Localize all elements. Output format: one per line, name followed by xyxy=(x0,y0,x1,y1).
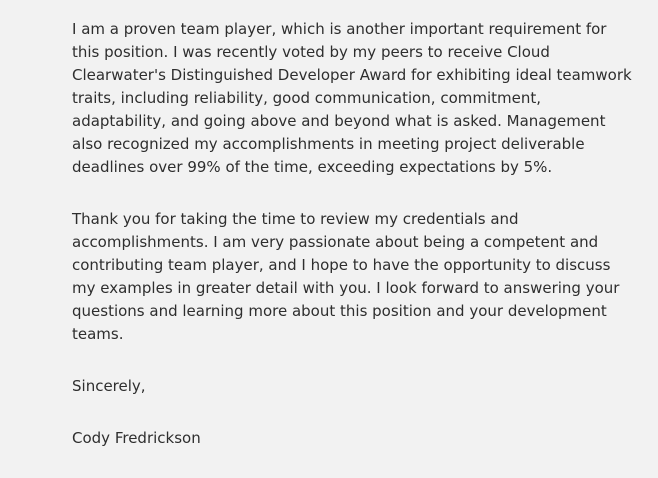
closing-salutation: Sincerely, xyxy=(72,377,146,395)
letter-body: I am a proven team player, which is anot… xyxy=(72,18,642,450)
paragraph-thank-you: Thank you for taking the time to review … xyxy=(72,210,620,343)
signature-name: Cody Fredrickson xyxy=(72,429,201,447)
paragraph-teamwork: I am a proven team player, which is anot… xyxy=(72,20,632,176)
